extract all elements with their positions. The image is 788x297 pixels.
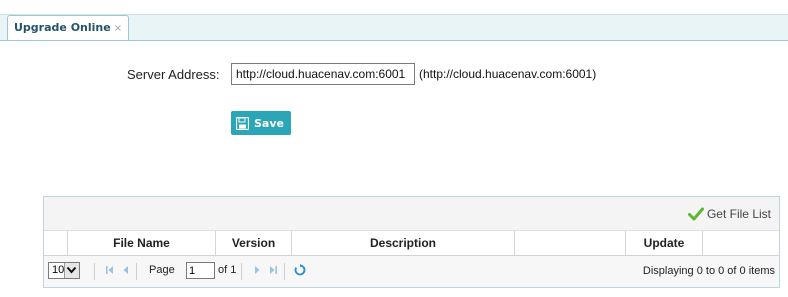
file-grid: Get File List File Name Version Descript… [43, 196, 780, 288]
next-page-icon[interactable] [252, 265, 262, 275]
column-header-update[interactable]: Update [626, 231, 703, 255]
tab-divider [0, 40, 788, 41]
grid-pager: 10 Page of 1 Displaying 0 to 0 of 0 it [44, 256, 779, 287]
column-header-version[interactable]: Version [216, 231, 292, 255]
column-header-file-name[interactable]: File Name [68, 231, 216, 255]
tab-strip: Upgrade Online × [0, 0, 788, 41]
tab-upgrade-online[interactable]: Upgrade Online × [7, 15, 130, 41]
column-header-blank[interactable] [515, 231, 626, 255]
column-header-rownum [44, 231, 68, 255]
first-page-icon[interactable] [105, 265, 115, 275]
pager-separator [241, 263, 242, 280]
grid-header: File Name Version Description Update [44, 231, 779, 256]
displaying-items-text: Displaying 0 to 0 of 0 items [642, 265, 775, 277]
column-header-description[interactable]: Description [292, 231, 515, 255]
page-of-label: of 1 [218, 264, 237, 276]
page-number-input[interactable] [186, 262, 215, 279]
last-page-icon[interactable] [268, 265, 278, 275]
page-label: Page [149, 264, 175, 276]
previous-page-icon[interactable] [121, 265, 131, 275]
save-button[interactable]: Save [231, 111, 291, 135]
page-size-value: 10 [52, 264, 65, 276]
server-address-label: Server Address: [127, 67, 220, 82]
page-size-select[interactable]: 10 [48, 262, 80, 279]
grid-toolbar: Get File List [44, 197, 779, 231]
tab-close-icon[interactable]: × [114, 23, 122, 34]
pager-separator [136, 263, 137, 280]
get-file-list-label: Get File List [706, 207, 771, 221]
floppy-disk-icon [236, 116, 249, 130]
checkmark-icon [687, 207, 704, 221]
chevron-down-icon[interactable] [64, 263, 79, 278]
pager-separator [94, 263, 95, 280]
tab-label: Upgrade Online [14, 21, 111, 34]
pager-separator [284, 263, 285, 280]
server-address-input[interactable] [231, 63, 415, 85]
get-file-list-button[interactable]: Get File List [687, 207, 771, 221]
refresh-icon[interactable] [294, 264, 306, 276]
server-address-hint: (http://cloud.huacenav.com:6001) [419, 67, 597, 81]
save-button-label: Save [254, 116, 284, 130]
